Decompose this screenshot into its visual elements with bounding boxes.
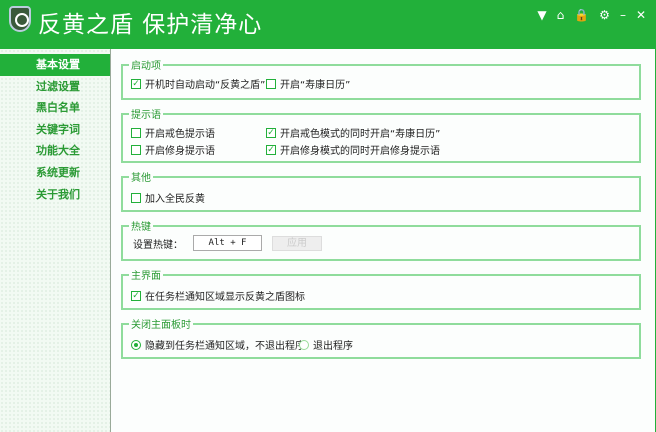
group-tips: 提示语 开启戒色提示语 ✓ 开启戒色模式的同时开启“寿康日历” 开启修身提示语 ✓… — [121, 106, 641, 163]
group-hotkey: 热键 设置热键： Alt + F 应用 — [121, 218, 641, 261]
checkbox-label: 在任务栏通知区域显示反黄之盾图标 — [145, 292, 305, 303]
exit-program-radio[interactable]: 退出程序 — [299, 337, 353, 352]
close-button[interactable]: ✕ — [636, 8, 646, 22]
group-title: 关闭主面板时 — [129, 316, 193, 331]
abstain-tips-checkbox[interactable]: 开启戒色提示语 — [131, 125, 215, 140]
settings-panel: 启动项 ✓ 开机时自动启动“反黄之盾” 开启“寿康日历” 提示语 开启戒色提示语 … — [110, 49, 656, 432]
autostart-checkbox[interactable]: ✓ 开机时自动启动“反黄之盾” — [131, 76, 265, 91]
checkbox-checked-icon: ✓ — [266, 127, 276, 138]
group-title: 热键 — [129, 218, 153, 233]
checkbox-unchecked-icon — [131, 192, 141, 203]
hotkey-input[interactable]: Alt + F — [193, 235, 262, 251]
group-title: 主界面 — [129, 267, 163, 282]
radio-unselected-icon — [299, 339, 309, 350]
radio-label: 隐藏到任务栏通知区域，不退出程序 — [145, 341, 305, 352]
sidebar-item-features[interactable]: 功能大全 — [0, 140, 110, 162]
gear-icon[interactable]: ⚙ — [599, 8, 610, 22]
group-title: 其他 — [129, 169, 153, 184]
checkbox-unchecked-icon — [266, 78, 276, 89]
sidebar-item-filter-settings[interactable]: 过滤设置 — [0, 76, 110, 98]
title-bar: 反黄之盾 保护清净心 ▼ ⌂ 🔒 ⚙ – ✕ — [0, 0, 656, 49]
checkbox-unchecked-icon — [131, 127, 141, 138]
radio-label: 退出程序 — [313, 341, 353, 352]
group-close-behavior: 关闭主面板时 隐藏到任务栏通知区域，不退出程序 退出程序 — [121, 316, 641, 359]
abstain-calendar-checkbox[interactable]: ✓ 开启戒色模式的同时开启“寿康日历” — [266, 125, 440, 140]
cultivation-mode-tips-checkbox[interactable]: ✓ 开启修身模式的同时开启修身提示语 — [266, 142, 440, 157]
sidebar-item-blacklist-whitelist[interactable]: 黑白名单 — [0, 97, 110, 119]
checkbox-label: 开启戒色提示语 — [145, 129, 215, 140]
checkbox-label: 开启修身提示语 — [145, 146, 215, 157]
app-title: 反黄之盾 保护清净心 — [38, 12, 263, 38]
tray-icon-checkbox[interactable]: ✓ 在任务栏通知区域显示反黄之盾图标 — [131, 288, 305, 303]
sidebar: 基本设置 过滤设置 黑白名单 关键字词 功能大全 系统更新 关于我们 — [0, 49, 110, 432]
minimize-button[interactable]: – — [620, 8, 626, 22]
apply-button[interactable]: 应用 — [272, 235, 322, 251]
sidebar-item-about-us[interactable]: 关于我们 — [0, 184, 110, 206]
checkbox-checked-icon: ✓ — [131, 290, 141, 301]
checkbox-label: 加入全民反黄 — [145, 194, 205, 205]
group-main-ui: 主界面 ✓ 在任务栏通知区域显示反黄之盾图标 — [121, 267, 641, 310]
home-icon[interactable]: ⌂ — [557, 8, 565, 22]
checkbox-label: 开启戒色模式的同时开启“寿康日历” — [280, 129, 441, 140]
calendar-checkbox[interactable]: 开启“寿康日历” — [266, 76, 350, 91]
checkbox-label: 开启“寿康日历” — [280, 80, 351, 91]
cultivation-tips-checkbox[interactable]: 开启修身提示语 — [131, 142, 215, 157]
checkbox-unchecked-icon — [131, 144, 141, 155]
checkbox-label: 开启修身模式的同时开启修身提示语 — [280, 146, 440, 157]
lock-icon[interactable]: 🔒 — [574, 8, 589, 22]
group-title: 启动项 — [129, 57, 163, 72]
hotkey-label: 设置热键： — [133, 239, 183, 251]
sidebar-item-keywords[interactable]: 关键字词 — [0, 119, 110, 141]
checkbox-checked-icon: ✓ — [266, 144, 276, 155]
group-startup: 启动项 ✓ 开机时自动启动“反黄之盾” 开启“寿康日历” — [121, 57, 641, 100]
join-checkbox[interactable]: 加入全民反黄 — [131, 190, 205, 205]
menu-dropdown-icon[interactable]: ▼ — [537, 8, 546, 22]
hide-to-tray-radio[interactable]: 隐藏到任务栏通知区域，不退出程序 — [131, 337, 305, 352]
sidebar-item-system-update[interactable]: 系统更新 — [0, 162, 110, 184]
radio-selected-icon — [131, 339, 141, 350]
checkbox-label: 开机时自动启动“反黄之盾” — [145, 80, 266, 91]
shield-logo-icon — [9, 6, 31, 32]
group-title: 提示语 — [129, 106, 163, 121]
sidebar-item-basic-settings[interactable]: 基本设置 — [0, 54, 110, 76]
checkbox-checked-icon: ✓ — [131, 78, 141, 89]
group-other: 其他 加入全民反黄 — [121, 169, 641, 212]
